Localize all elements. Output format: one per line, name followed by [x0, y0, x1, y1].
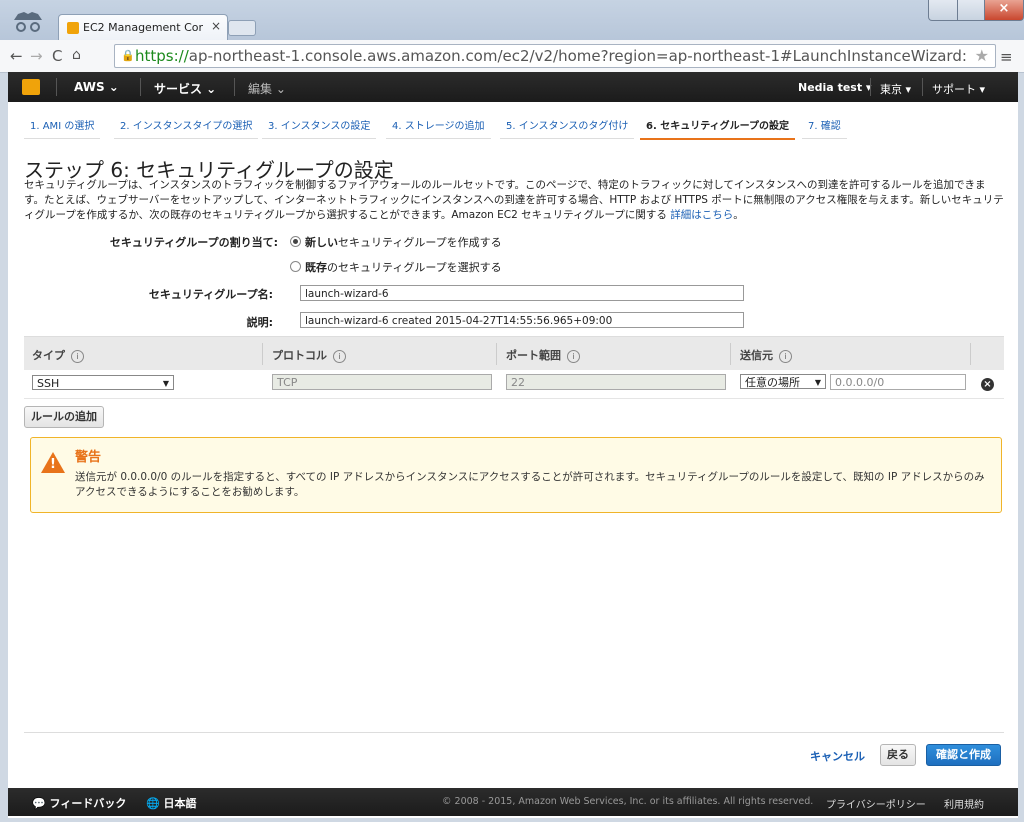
title-bar: EC2 Management Conso × × [0, 0, 1024, 41]
header-protocol: プロトコル i [272, 347, 346, 363]
header-type: タイプ i [32, 347, 84, 363]
bookmark-star-icon[interactable]: ★ [975, 46, 989, 65]
header-separator [496, 343, 497, 365]
browser-menu-icon[interactable]: ≡ [1000, 48, 1013, 66]
minimize-button[interactable] [928, 0, 958, 21]
table-row: SSH ▼ TCP 22 任意の場所 ▼ 0.0.0.0/0 × [24, 370, 1004, 399]
console-page: AWS ⌄ サービス ⌄ 編集 ⌄ Nedia test ▾ 東京 ▾ サポート… [8, 72, 1018, 818]
warning-title: 警告 [75, 450, 102, 465]
radio-dot-selected[interactable] [290, 236, 301, 247]
region-menu[interactable]: 東京 ▾ [880, 81, 911, 97]
radio-dot[interactable] [290, 261, 301, 272]
nav-separator [140, 78, 141, 96]
maximize-button[interactable] [957, 0, 985, 21]
wizard-step-tags[interactable]: 5. インスタンスのタグ付け [500, 118, 635, 139]
wizard-step-security-group[interactable]: 6. セキュリティグループの設定 [640, 118, 796, 140]
divider [24, 732, 1004, 733]
language-selector[interactable]: 🌐 日本語 [146, 795, 197, 811]
nav-separator [56, 78, 57, 96]
console-footer: 💬 フィードバック 🌐 日本語 © 2008 - 2015, Amazon We… [8, 788, 1018, 816]
info-icon[interactable]: i [779, 350, 792, 363]
feedback-link[interactable]: 💬 フィードバック [32, 795, 126, 811]
new-tab-button[interactable] [228, 20, 256, 36]
back-arrow-icon[interactable]: ← [10, 47, 23, 65]
tab-title: EC2 Management Conso [83, 21, 203, 34]
step-description: セキュリティグループは、インスタンスのトラフィックを制御するファイアウォールのル… [24, 179, 1004, 221]
forward-arrow-icon[interactable]: → [30, 47, 43, 65]
protocol-field: TCP [272, 374, 492, 390]
source-select[interactable]: 任意の場所 ▼ [740, 374, 826, 389]
dropdown-arrow-icon: ▼ [162, 379, 169, 388]
incognito-icon [14, 12, 42, 32]
type-select[interactable]: SSH ▼ [32, 375, 174, 390]
remove-rule-icon[interactable]: × [981, 378, 994, 391]
aws-logo-icon[interactable] [22, 79, 40, 95]
nav-separator [870, 78, 871, 96]
tab-close-icon[interactable]: × [211, 19, 221, 33]
home-icon[interactable]: ⌂ [72, 47, 81, 63]
terms-link[interactable]: 利用規約 [944, 796, 984, 811]
browser-tab[interactable]: EC2 Management Conso × [58, 14, 228, 41]
header-separator [262, 343, 263, 365]
description-label: 説明: [246, 316, 273, 329]
globe-icon: 🌐 [146, 797, 160, 810]
wizard-step-instance-type[interactable]: 2. インスタンスタイプの選択 [114, 118, 259, 139]
header-source: 送信元 i [740, 347, 792, 363]
radio-existing-group[interactable]: 既存のセキュリティグループを選択する [290, 259, 502, 275]
header-separator [970, 343, 971, 365]
radio-new-group[interactable]: 新しいセキュリティグループを作成する [290, 234, 502, 250]
rules-table-header: タイプ i プロトコル i ポート範囲 i 送信元 i [24, 336, 1004, 372]
cancel-link[interactable]: キャンセル [810, 748, 865, 764]
warning-text: 送信元が 0.0.0.0/0 のルールを指定すると、すべての IP アドレスから… [75, 471, 985, 498]
dropdown-arrow-icon: ▼ [814, 378, 821, 387]
wizard-step-review[interactable]: 7. 確認 [802, 118, 847, 139]
port-range-field: 22 [506, 374, 726, 390]
info-icon[interactable]: i [333, 350, 346, 363]
privacy-link[interactable]: プライバシーポリシー [826, 796, 926, 811]
info-icon[interactable]: i [567, 350, 580, 363]
aws-nav-bar: AWS ⌄ サービス ⌄ 編集 ⌄ Nedia test ▾ 東京 ▾ サポート… [8, 72, 1018, 102]
source-cidr-input[interactable]: 0.0.0.0/0 [830, 374, 966, 390]
aws-favicon-icon [67, 22, 79, 34]
wizard-step-ami[interactable]: 1. AMI の選択 [24, 118, 101, 139]
info-icon[interactable]: i [71, 350, 84, 363]
copyright-text: © 2008 - 2015, Amazon Web Services, Inc.… [442, 796, 814, 807]
description-input[interactable]: launch-wizard-6 created 2015-04-27T14:55… [300, 312, 744, 328]
group-name-input[interactable]: launch-wizard-6 [300, 285, 744, 301]
wizard-step-configure[interactable]: 3. インスタンスの設定 [262, 118, 377, 139]
aws-menu[interactable]: AWS ⌄ [74, 80, 119, 94]
header-separator [730, 343, 731, 365]
browser-window: EC2 Management Conso × × ← → C ⌂ 🔒 https… [0, 0, 1024, 822]
nav-separator [234, 78, 235, 96]
reload-icon[interactable]: C [52, 47, 62, 65]
header-port-range: ポート範囲 i [506, 347, 580, 363]
assign-label: セキュリティグループの割り当て: [109, 236, 278, 249]
edit-menu[interactable]: 編集 ⌄ [248, 80, 286, 97]
nav-separator [922, 78, 923, 96]
warning-icon: ! [41, 452, 65, 473]
browser-toolbar: ← → C ⌂ 🔒 https://ap-northeast-1.console… [0, 40, 1024, 73]
close-window-button[interactable]: × [984, 0, 1024, 21]
details-link[interactable]: 詳細はこちら [670, 209, 733, 221]
address-bar[interactable]: 🔒 https://ap-northeast-1.console.aws.ama… [114, 44, 996, 68]
review-and-launch-button[interactable]: 確認と作成 [926, 744, 1001, 766]
group-name-label: セキュリティグループ名: [148, 288, 273, 301]
url-text: https://ap-northeast-1.console.aws.amazo… [135, 47, 967, 65]
account-menu[interactable]: Nedia test ▾ [798, 81, 871, 94]
add-rule-button[interactable]: ルールの追加 [24, 406, 104, 428]
wizard-step-storage[interactable]: 4. ストレージの追加 [386, 118, 491, 139]
services-menu[interactable]: サービス ⌄ [154, 80, 216, 97]
support-menu[interactable]: サポート ▾ [932, 81, 985, 97]
lock-icon: 🔒 [121, 49, 135, 62]
feedback-bubble-icon: 💬 [32, 797, 46, 810]
back-button[interactable]: 戻る [880, 744, 916, 766]
warning-box: ! 警告 送信元が 0.0.0.0/0 のルールを指定すると、すべての IP ア… [30, 437, 1002, 513]
